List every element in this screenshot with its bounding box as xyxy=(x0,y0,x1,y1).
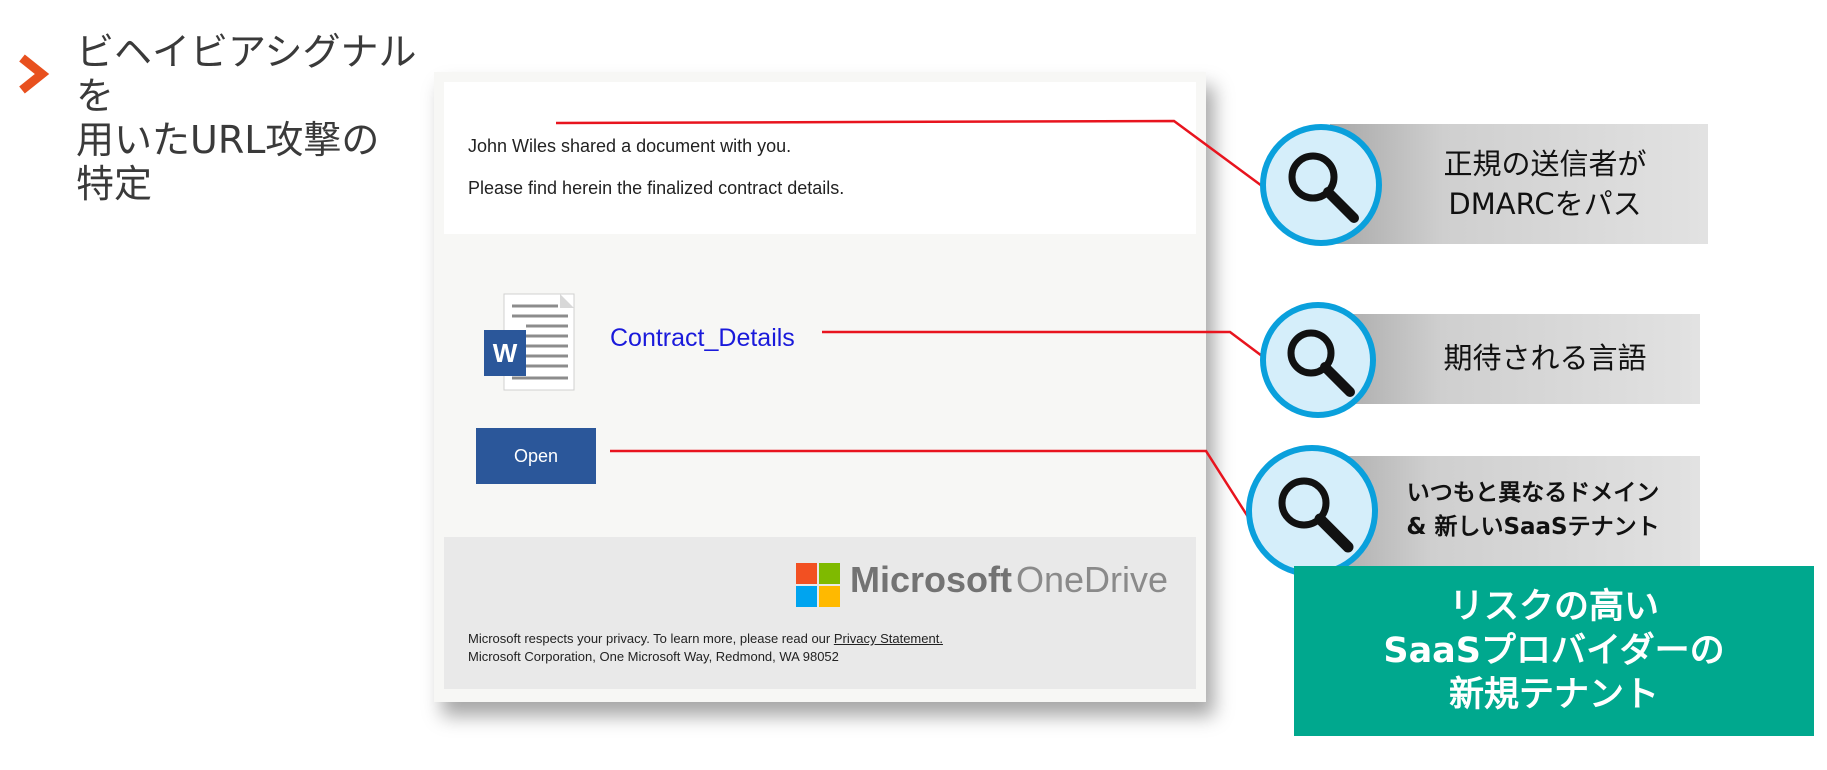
connector-domain xyxy=(610,449,1252,521)
magnifier-icon xyxy=(1260,124,1382,246)
risk-summary-box: リスクの高い SaaSプロバイダーの 新規テナント xyxy=(1294,566,1814,736)
magnifier-icon xyxy=(1246,445,1378,577)
risk-line-2: SaaSプロバイダーの xyxy=(1383,631,1725,671)
connector-language xyxy=(822,330,1263,357)
magnifier-icon xyxy=(1260,302,1376,418)
risk-line-3: 新規テナント xyxy=(1448,675,1659,715)
connector-sender xyxy=(555,119,1263,188)
risk-line-1: リスクの高い xyxy=(1448,587,1659,627)
